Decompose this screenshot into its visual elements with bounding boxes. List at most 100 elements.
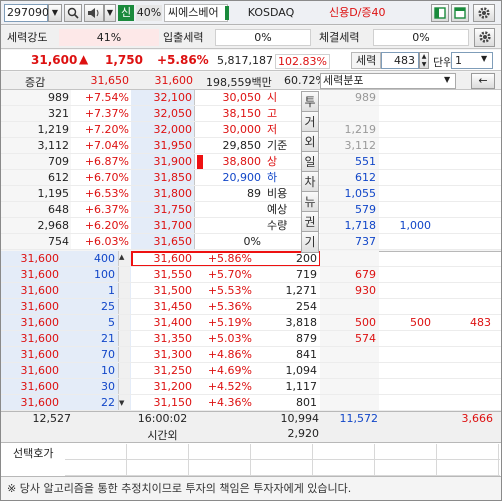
sound-button[interactable] — [84, 4, 104, 22]
bid-queue-volume: 25 — [101, 300, 115, 313]
info-row: 29,850 기준 — [201, 138, 299, 154]
force-count-input[interactable]: 483 — [381, 52, 419, 69]
info-value: 38,150 — [222, 107, 262, 120]
side-tab-3[interactable]: 일 — [301, 151, 319, 173]
stock-marker — [225, 6, 229, 20]
info-value: 29,850 — [222, 139, 262, 152]
ask-price[interactable]: 32,000 — [131, 122, 194, 138]
bid-change-pct: +4.86% — [207, 348, 252, 361]
bid-price[interactable]: 31,450 — [133, 299, 194, 315]
bid-grand-total: 10,994 — [280, 412, 320, 425]
dist-value: 612 — [355, 171, 376, 184]
ask-price[interactable]: 31,900 — [131, 154, 194, 170]
dist-value — [320, 347, 378, 363]
dist-value-3 — [441, 267, 493, 283]
ask-price[interactable]: 31,950 — [131, 138, 194, 154]
info-row: 0% — [201, 234, 299, 250]
dist-value: 574 — [355, 332, 376, 345]
layout-button-1[interactable] — [431, 4, 449, 22]
dist-value-2 — [381, 331, 433, 347]
dist-value — [320, 363, 378, 379]
bid-change-pct: +4.36% — [207, 396, 252, 409]
bid-price[interactable]: 31,600 — [133, 251, 194, 267]
side-tab-5[interactable]: 뉴 — [301, 191, 319, 213]
ask-price[interactable]: 31,650 — [131, 234, 194, 250]
bid-volume: 719 — [296, 268, 317, 281]
ask-price[interactable]: 31,800 — [131, 186, 194, 202]
ask-price[interactable]: 31,750 — [131, 202, 194, 218]
bid-queue-volume: 30 — [101, 380, 115, 393]
bid-price[interactable]: 31,550 — [133, 267, 194, 283]
select-quote-cells[interactable] — [65, 444, 500, 476]
force-stepper[interactable]: ▲ ▼ — [419, 52, 429, 69]
side-tab-1[interactable]: 거 — [301, 111, 319, 133]
dist-value-2 — [381, 395, 433, 411]
dist-value-2 — [381, 267, 433, 283]
bid-volume: 841 — [296, 348, 317, 361]
distribution-select[interactable]: 세력분포 — [320, 73, 456, 89]
ask-price[interactable]: 32,100 — [131, 90, 194, 106]
bid-price[interactable]: 31,500 — [133, 283, 194, 299]
info-value — [201, 202, 263, 218]
dist-value-3 — [441, 251, 493, 267]
side-tab-7[interactable]: 기 — [301, 231, 319, 253]
credit-info: 신용D/증40 — [329, 6, 386, 19]
info-row: 예상 — [201, 202, 299, 218]
side-tab-6[interactable]: 권 — [301, 211, 319, 233]
back-arrow-button[interactable]: ← — [471, 73, 495, 89]
side-tab-0[interactable]: 투 — [301, 91, 319, 113]
dist-value-3 — [441, 283, 493, 299]
dist-value-2 — [381, 283, 433, 299]
speaker-icon — [88, 8, 99, 18]
strength-settings-button[interactable] — [474, 28, 495, 47]
gear-icon — [478, 31, 491, 43]
side-tab-4[interactable]: 차 — [301, 171, 319, 193]
ask-change-pct: +7.04% — [84, 139, 129, 152]
bid-price[interactable]: 31,250 — [133, 363, 194, 379]
bid-queue-price: 31,600 — [20, 268, 60, 281]
ask-price[interactable]: 31,700 — [131, 218, 194, 234]
bid-queue-price: 31,600 — [20, 396, 60, 409]
ask-price[interactable]: 32,050 — [131, 106, 194, 122]
dist-value: 551 — [355, 155, 376, 168]
bid-queue-price: 31,600 — [20, 316, 60, 329]
info-label: 저 — [267, 123, 278, 136]
bid-price[interactable]: 31,200 — [133, 379, 194, 395]
dist-value — [320, 251, 378, 267]
dist-value: 3,112 — [344, 139, 377, 152]
code-dropdown-button[interactable]: ▼ — [48, 4, 62, 22]
settings-button[interactable] — [473, 4, 495, 22]
ask-change-pct: +6.37% — [84, 203, 129, 216]
sound-dropdown-button[interactable]: ▼ — [104, 4, 116, 22]
inout-value: 0% — [215, 29, 311, 46]
info-label — [265, 234, 299, 250]
bid-change-pct: +5.86% — [207, 252, 252, 265]
chevron-down-icon[interactable]: ▼ — [481, 54, 487, 63]
stock-code-input[interactable]: 297090 — [4, 4, 49, 22]
ask-volume: 709 — [48, 155, 69, 168]
bid-price[interactable]: 31,300 — [133, 347, 194, 363]
ask-price[interactable]: 31,850 — [131, 170, 194, 186]
bid-price[interactable]: 31,150 — [133, 395, 194, 411]
bid-change-pct: +5.36% — [207, 300, 252, 313]
info-row: 38,800 상 — [201, 154, 299, 170]
bid-price[interactable]: 31,350 — [133, 331, 194, 347]
bid-queue-volume: 10 — [101, 364, 115, 377]
footer-note: ※ 당사 알고리즘을 통한 추정치이므로 투자의 책임은 투자자에게 있습니다. — [7, 482, 352, 495]
info-label: 예상 — [267, 203, 288, 216]
bid-queue-volume: 21 — [101, 332, 115, 345]
info-value: 20,900 — [222, 171, 262, 184]
bid-price[interactable]: 31,400 — [133, 315, 194, 331]
info-label: 비용 — [267, 187, 288, 200]
search-button[interactable] — [64, 4, 82, 22]
bid-row: 31,600 1 31,500 +5.53% 1,271 930 — [1, 283, 501, 299]
info-row: 20,900 하 — [201, 170, 299, 186]
bid-change-pct: +4.69% — [207, 364, 252, 377]
info-label: 상 — [267, 155, 278, 168]
ask-volume: 3,112 — [37, 139, 70, 152]
layout-button-2[interactable] — [451, 4, 469, 22]
bid-volume: 254 — [296, 300, 317, 313]
dist-total-3: 3,666 — [461, 412, 494, 425]
chevron-down-icon[interactable]: ▼ — [444, 75, 450, 84]
side-tab-2[interactable]: 외 — [301, 131, 319, 153]
